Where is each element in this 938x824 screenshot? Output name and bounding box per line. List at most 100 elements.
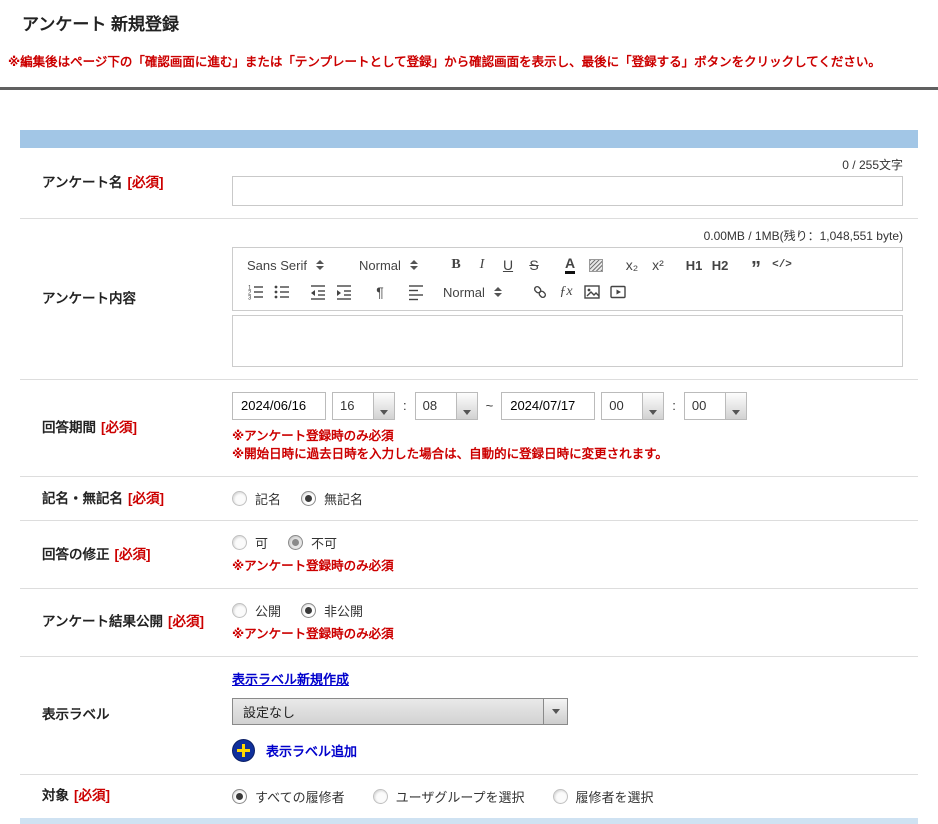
link-icon[interactable]: [527, 280, 553, 304]
font-family-select[interactable]: Sans Serif: [243, 258, 339, 273]
form-header-bar: [20, 130, 918, 148]
radio-anonymous[interactable]: 無記名: [301, 489, 363, 508]
size-counter: 0.00MB / 1MB(残り：1,048,551 byte): [232, 227, 903, 244]
survey-content-label-cell: アンケート内容: [20, 219, 232, 379]
modify-label-cell: 回答の修正 [必須]: [20, 521, 232, 588]
required-badge: [必須]: [115, 547, 151, 562]
publish-row: アンケート結果公開[必須] 公開 非公開 ※アンケート登録時のみ必須: [20, 589, 918, 657]
radio-icon: [232, 491, 247, 506]
create-display-label-link[interactable]: 表示ラベル新規作成: [232, 669, 349, 688]
font-size-select[interactable]: Normal: [355, 258, 427, 273]
start-minute-select[interactable]: 08: [415, 392, 478, 420]
period-note-2: ※開始日時に過去日時を入力した場合は、自動的に登録日時に変更されます。: [232, 445, 903, 464]
add-display-label-button[interactable]: 表示ラベル追加: [232, 739, 903, 762]
radio-icon: [553, 789, 568, 804]
radio-public[interactable]: 公開: [232, 601, 281, 620]
radio-modify-not-allowed[interactable]: 不可: [288, 533, 337, 552]
video-icon[interactable]: [605, 280, 631, 304]
rich-text-editor[interactable]: [232, 315, 903, 367]
publish-label-cell: アンケート結果公開[必須]: [20, 589, 232, 656]
required-badge: [必須]: [128, 491, 164, 506]
end-minute-select[interactable]: 00: [684, 392, 747, 420]
publish-note: ※アンケート登録時のみ必須: [232, 625, 903, 644]
updown-arrows-icon: [494, 287, 502, 297]
page-header: アンケート 新規登録 ※編集後はページ下の「確認画面に進む」または「テンプレート…: [0, 0, 938, 90]
updown-arrows-icon: [316, 260, 324, 270]
radio-private[interactable]: 非公開: [301, 601, 363, 620]
display-label-select[interactable]: 設定なし: [232, 698, 568, 725]
survey-name-input[interactable]: [232, 176, 903, 206]
ordered-list-icon[interactable]: 123: [243, 280, 269, 304]
subscript-icon[interactable]: x₂: [619, 253, 645, 277]
anonymous-row: 記名・無記名 [必須] 記名 無記名: [20, 477, 918, 521]
indent-icon[interactable]: [331, 280, 357, 304]
range-separator: ~: [484, 398, 496, 413]
survey-content-row: アンケート内容 0.00MB / 1MB(残り：1,048,551 byte) …: [20, 219, 918, 380]
target-label: 対象: [42, 788, 69, 803]
survey-name-row: アンケート名 [必須] 0 / 255文字: [20, 148, 918, 219]
header-divider: [0, 87, 938, 90]
chevron-down-icon[interactable]: [543, 699, 567, 724]
chevron-down-icon[interactable]: [456, 393, 477, 419]
radio-icon: [301, 603, 316, 618]
survey-name-label: アンケート名: [42, 175, 122, 190]
chevron-down-icon[interactable]: [373, 393, 394, 419]
italic-icon[interactable]: I: [469, 253, 495, 277]
char-counter: 0 / 255文字: [232, 156, 903, 173]
radio-icon: [232, 789, 247, 804]
display-label-label: 表示ラベル: [42, 707, 110, 722]
image-icon[interactable]: [579, 280, 605, 304]
answer-period-label: 回答期間: [42, 420, 96, 435]
start-hour-select[interactable]: 16: [332, 392, 395, 420]
outdent-icon[interactable]: [305, 280, 331, 304]
target-label-cell: 対象 [必須]: [20, 775, 232, 818]
required-badge: [必須]: [74, 788, 110, 803]
radio-select-user-group[interactable]: ユーザグループを選択: [373, 787, 525, 806]
radio-icon: [288, 535, 303, 550]
radio-icon: [232, 535, 247, 550]
editor-toolbar: Sans Serif Normal B I U S A x₂: [232, 247, 903, 311]
modify-note: ※アンケート登録時のみ必須: [232, 557, 903, 576]
updown-arrows-icon: [410, 260, 418, 270]
bullet-list-icon[interactable]: [269, 280, 295, 304]
text-color-icon[interactable]: A: [557, 253, 583, 277]
modify-row: 回答の修正 [必須] 可 不可 ※アンケート登録時のみ必須: [20, 521, 918, 589]
end-hour-select[interactable]: 00: [601, 392, 664, 420]
underline-icon[interactable]: U: [495, 253, 521, 277]
bold-icon[interactable]: B: [443, 253, 469, 277]
survey-content-label: アンケート内容: [42, 291, 136, 306]
code-block-icon[interactable]: </>: [769, 253, 795, 277]
anonymous-label-cell: 記名・無記名 [必須]: [20, 477, 232, 520]
text-direction-icon[interactable]: ¶: [367, 280, 393, 304]
anonymous-label: 記名・無記名: [42, 491, 123, 506]
header2-icon[interactable]: H2: [707, 253, 733, 277]
end-date-input[interactable]: [501, 392, 595, 420]
survey-form: アンケート名 [必須] 0 / 255文字 アンケート内容 0.00MB / 1M…: [20, 130, 918, 824]
blockquote-icon[interactable]: ”: [743, 253, 769, 277]
strikethrough-icon[interactable]: S: [521, 253, 547, 277]
answer-period-label-cell: 回答期間 [必須]: [20, 380, 232, 477]
time-separator: :: [401, 398, 409, 413]
page-title: アンケート 新規登録: [22, 10, 938, 35]
line-style-select[interactable]: Normal: [439, 285, 511, 300]
radio-modify-allowed[interactable]: 可: [232, 533, 268, 552]
chevron-down-icon[interactable]: [642, 393, 663, 419]
svg-text:3: 3: [248, 295, 252, 301]
formula-icon[interactable]: ƒx: [553, 280, 579, 304]
superscript-icon[interactable]: x²: [645, 253, 671, 277]
required-badge: [必須]: [101, 420, 137, 435]
radio-named[interactable]: 記名: [232, 489, 281, 508]
required-badge: [必須]: [127, 175, 163, 190]
radio-select-students[interactable]: 履修者を選択: [553, 787, 654, 806]
align-select-icon[interactable]: [403, 280, 429, 304]
modify-label: 回答の修正: [42, 547, 110, 562]
start-date-input[interactable]: [232, 392, 326, 420]
radio-icon: [301, 491, 316, 506]
period-note-1: ※アンケート登録時のみ必須: [232, 427, 903, 446]
radio-icon: [232, 603, 247, 618]
chevron-down-icon[interactable]: [725, 393, 746, 419]
header1-icon[interactable]: H1: [681, 253, 707, 277]
publish-label: アンケート結果公開: [42, 614, 163, 629]
radio-all-students[interactable]: すべての履修者: [232, 787, 345, 806]
highlight-color-icon[interactable]: [583, 253, 609, 277]
